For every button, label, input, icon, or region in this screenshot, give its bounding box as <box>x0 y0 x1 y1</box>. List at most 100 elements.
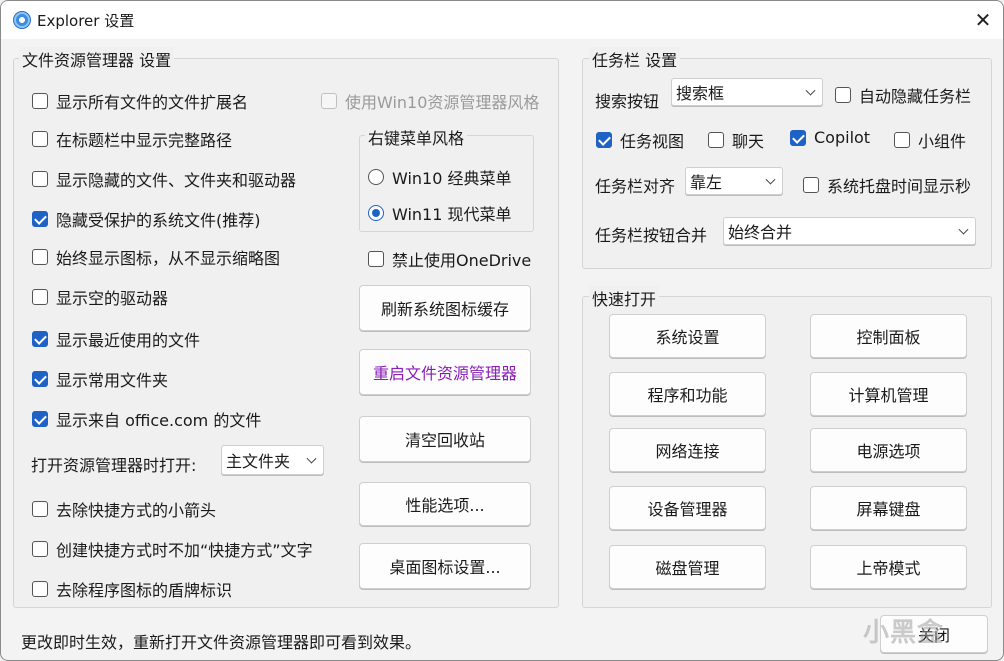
checkbox[interactable] <box>596 132 612 148</box>
option-label: 显示最近使用的文件 <box>56 331 201 350</box>
network-connections-button[interactable]: 网络连接 <box>609 428 766 472</box>
checkbox[interactable] <box>803 177 819 193</box>
option-label: 禁止使用OneDrive <box>392 251 532 270</box>
option-no-shortcut-text[interactable]: 创建快捷方式时不加“快捷方式”文字 <box>32 537 313 561</box>
radio-win11-modern-menu[interactable]: Win11 现代菜单 <box>368 201 512 225</box>
option-remove-shield[interactable]: 去除程序图标的盾牌标识 <box>32 577 232 601</box>
option-hide-protected[interactable]: 隐藏受保护的系统文件(推荐) <box>32 207 261 231</box>
option-label: 使用Win10资源管理器风格 <box>345 93 540 112</box>
option-show-hidden[interactable]: 显示隐藏的文件、文件夹和驱动器 <box>32 167 296 191</box>
open-to-select[interactable]: 主文件夹 <box>221 445 324 475</box>
option-label: 显示隐藏的文件、文件夹和驱动器 <box>56 171 297 190</box>
checkbox[interactable] <box>32 541 48 557</box>
taskbar-align-select[interactable]: 靠左 <box>685 167 783 195</box>
option-label: Copilot <box>814 128 871 147</box>
checkbox[interactable] <box>835 87 851 103</box>
system-settings-button[interactable]: 系统设置 <box>609 314 766 358</box>
god-mode-button[interactable]: 上帝模式 <box>810 545 967 589</box>
checkbox[interactable] <box>32 289 48 305</box>
option-recent-files[interactable]: 显示最近使用的文件 <box>32 327 200 351</box>
option-empty-drives[interactable]: 显示空的驱动器 <box>32 285 168 309</box>
power-options-button[interactable]: 电源选项 <box>810 428 967 472</box>
settings-window: Explorer 设置 ✕ 文件资源管理器 设置 显示所有文件的文件扩展名 在标… <box>0 0 1004 661</box>
status-text: 更改即时生效，重新打开文件资源管理器即可看到效果。 <box>21 633 422 652</box>
chevron-down-icon <box>306 453 317 464</box>
checkbox[interactable] <box>32 93 48 109</box>
option-full-path[interactable]: 在标题栏中显示完整路径 <box>32 127 232 151</box>
app-gear-icon <box>13 11 31 29</box>
checkbox[interactable] <box>32 501 48 517</box>
checkbox[interactable] <box>32 331 48 347</box>
option-label: 自动隐藏任务栏 <box>859 87 972 106</box>
taskbar-combine-label: 任务栏按钮合并 <box>595 226 708 245</box>
taskbar-group-title: 任务栏 设置 <box>589 47 681 71</box>
explorer-group-title: 文件资源管理器 设置 <box>19 47 175 71</box>
option-label: 去除程序图标的盾牌标识 <box>56 581 233 600</box>
checkbox[interactable] <box>32 581 48 597</box>
option-remove-shortcut-arrow[interactable]: 去除快捷方式的小箭头 <box>32 497 216 521</box>
search-button-label: 搜索按钮 <box>595 92 660 111</box>
option-widgets[interactable]: 小组件 <box>894 128 966 152</box>
empty-recycle-bin-button[interactable]: 清空回收站 <box>359 416 531 462</box>
control-panel-button[interactable]: 控制面板 <box>810 314 967 358</box>
option-copilot[interactable]: Copilot <box>790 128 870 147</box>
option-label: 小组件 <box>918 132 967 151</box>
open-to-value: 主文件夹 <box>226 452 291 471</box>
option-label: 在标题栏中显示完整路径 <box>56 131 233 150</box>
context-menu-group-title: 右键菜单风格 <box>365 125 468 149</box>
option-label: 聊天 <box>732 132 765 151</box>
option-label: 显示所有文件的文件扩展名 <box>56 93 249 112</box>
quick-open-group-title: 快速打开 <box>589 286 660 310</box>
radio-button[interactable] <box>368 169 384 185</box>
option-label: 去除快捷方式的小箭头 <box>56 501 217 520</box>
radio-win10-classic-menu[interactable]: Win10 经典菜单 <box>368 165 512 189</box>
restart-explorer-button[interactable]: 重启文件资源管理器 <box>359 349 531 395</box>
option-office-files[interactable]: 显示来自 office.com 的文件 <box>32 407 261 431</box>
option-disable-onedrive[interactable]: 禁止使用OneDrive <box>368 247 531 271</box>
open-to-label: 打开资源管理器时打开: <box>31 456 197 475</box>
title-bar: Explorer 设置 ✕ <box>1 1 1003 39</box>
disk-management-button[interactable]: 磁盘管理 <box>609 545 766 589</box>
option-label: 始终显示图标，从不显示缩略图 <box>56 249 281 268</box>
device-manager-button[interactable]: 设备管理器 <box>609 486 766 530</box>
on-screen-keyboard-button[interactable]: 屏幕键盘 <box>810 486 967 530</box>
checkbox[interactable] <box>32 249 48 265</box>
option-task-view[interactable]: 任务视图 <box>596 128 684 152</box>
option-label: 显示空的驱动器 <box>56 289 169 308</box>
chevron-down-icon <box>765 174 776 185</box>
option-label: 系统托盘时间显示秒 <box>827 177 972 196</box>
taskbar-combine-value: 始终合并 <box>728 223 793 242</box>
radio-label: Win10 经典菜单 <box>392 169 512 188</box>
checkbox[interactable] <box>32 211 48 227</box>
checkbox[interactable] <box>708 132 724 148</box>
checkbox[interactable] <box>321 93 337 109</box>
checkbox[interactable] <box>32 371 48 387</box>
computer-management-button[interactable]: 计算机管理 <box>810 372 967 416</box>
checkbox[interactable] <box>32 131 48 147</box>
checkbox[interactable] <box>894 132 910 148</box>
chevron-down-icon <box>958 224 969 235</box>
taskbar-combine-select[interactable]: 始终合并 <box>723 217 976 245</box>
checkbox[interactable] <box>32 411 48 427</box>
option-tray-seconds[interactable]: 系统托盘时间显示秒 <box>803 173 971 197</box>
option-chat[interactable]: 聊天 <box>708 128 764 152</box>
option-frequent-folders[interactable]: 显示常用文件夹 <box>32 367 168 391</box>
option-auto-hide-taskbar[interactable]: 自动隐藏任务栏 <box>835 83 971 107</box>
option-label: 显示来自 office.com 的文件 <box>56 411 262 430</box>
option-label: 创建快捷方式时不加“快捷方式”文字 <box>56 541 313 560</box>
desktop-icon-settings-button[interactable]: 桌面图标设置... <box>359 543 531 589</box>
taskbar-align-value: 靠左 <box>690 173 723 192</box>
option-win10-explorer-style[interactable]: 使用Win10资源管理器风格 <box>321 89 539 113</box>
search-button-select[interactable]: 搜索框 <box>671 78 823 106</box>
option-show-extensions[interactable]: 显示所有文件的文件扩展名 <box>32 89 248 113</box>
programs-features-button[interactable]: 程序和功能 <box>609 372 766 416</box>
checkbox[interactable] <box>790 129 806 146</box>
performance-options-button[interactable]: 性能选项... <box>359 482 531 526</box>
checkbox[interactable] <box>368 251 384 267</box>
checkbox[interactable] <box>32 171 48 187</box>
radio-button[interactable] <box>368 205 384 221</box>
option-always-icons[interactable]: 始终显示图标，从不显示缩略图 <box>32 245 280 269</box>
option-label: 显示常用文件夹 <box>56 371 169 390</box>
window-close-button[interactable]: ✕ <box>963 5 1003 35</box>
refresh-icon-cache-button[interactable]: 刷新系统图标缓存 <box>359 285 531 331</box>
